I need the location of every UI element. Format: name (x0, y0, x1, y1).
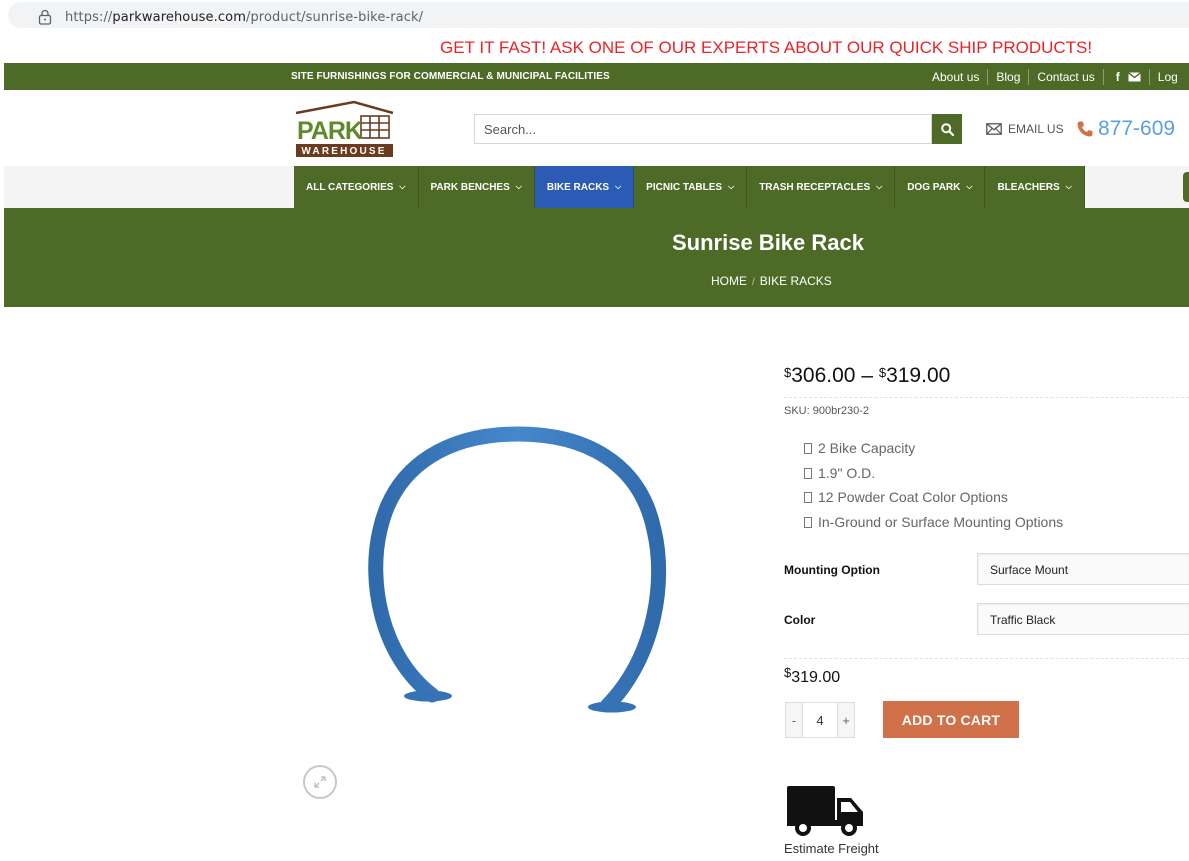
chevron-down-icon: ⌵ (615, 182, 622, 191)
search-input[interactable] (475, 115, 931, 143)
phone-icon (1077, 121, 1093, 137)
svg-text:PARK: PARK (297, 117, 363, 145)
nav-label: PARK BENCHES (430, 181, 510, 193)
nav-dog-park[interactable]: DOG PARK ⌵ (895, 166, 986, 208)
bullet-box-icon (804, 467, 812, 479)
breadcrumb: HOME / BIKE RACKS (711, 274, 832, 288)
top-links: About us Blog Contact us f Log (932, 69, 1178, 85)
nav-label: BLEACHERS (997, 181, 1060, 193)
contact-us-link[interactable]: Contact us (1037, 70, 1094, 84)
nav-picnic-tables[interactable]: PICNIC TABLES ⌵ (634, 166, 748, 208)
divider (1148, 69, 1150, 85)
nav-label: TRASH RECEPTACLES (759, 181, 871, 193)
promo-text: GET IT FAST! ASK ONE OF OUR EXPERTS ABOU… (440, 38, 1093, 57)
lock-icon (38, 9, 52, 25)
search-button[interactable] (932, 114, 962, 144)
nav-trash-receptacles[interactable]: TRASH RECEPTACLES ⌵ (747, 166, 896, 208)
browser-address-bar: https://parkwarehouse.com/product/sunris… (0, 0, 1189, 32)
selected-price: $319.00 (784, 665, 841, 686)
breadcrumb-divider: / (752, 277, 755, 288)
top-bar: SITE FURNISHINGS FOR COMMERCIAL & MUNICI… (4, 63, 1189, 90)
url-field[interactable]: https://parkwarehouse.com/product/sunris… (8, 2, 1189, 28)
price-range: $306.00 – $319.00 (784, 364, 951, 387)
divider (987, 69, 989, 85)
quantity-plus-button[interactable]: + (837, 702, 855, 738)
list-item: 12 Powder Coat Color Options (804, 485, 1063, 510)
mounting-option-select[interactable]: Surface Mount (977, 553, 1189, 585)
login-link[interactable]: Log (1158, 70, 1178, 84)
mail-icon[interactable] (1127, 72, 1141, 82)
divider (784, 397, 1189, 398)
nav-bike-racks[interactable]: BIKE RACKS ⌵ (534, 166, 635, 208)
nav-label: DOG PARK (907, 181, 961, 193)
chevron-down-icon: ⌵ (966, 182, 973, 191)
phone-link[interactable]: 877-609 (1076, 117, 1175, 141)
nav-label: ALL CATEGORIES (306, 181, 394, 193)
feature-list: 2 Bike Capacity 1.9" O.D. 12 Powder Coat… (804, 436, 1063, 534)
divider (784, 658, 1189, 659)
url-text: https://parkwarehouse.com/product/sunris… (65, 10, 424, 25)
search-icon (940, 122, 954, 136)
search-box (474, 114, 932, 144)
nav-bleachers[interactable]: BLEACHERS ⌵ (985, 166, 1085, 208)
chevron-down-icon: ⌵ (515, 182, 522, 191)
nav-label: PICNIC TABLES (646, 181, 723, 193)
add-to-cart-button[interactable]: ADD TO CART (883, 701, 1019, 738)
page-title-band: Sunrise Bike Rack HOME / BIKE RACKS (4, 208, 1189, 307)
facebook-icon[interactable]: f (1116, 70, 1120, 84)
list-item: 2 Bike Capacity (804, 436, 1063, 461)
product-image[interactable] (340, 400, 720, 730)
color-label: Color (784, 613, 816, 627)
breadcrumb-bike-racks[interactable]: BIKE RACKS (760, 274, 832, 288)
main-nav: ALL CATEGORIES ⌵ PARK BENCHES ⌵ BIKE RACKS… (4, 166, 1189, 208)
about-us-link[interactable]: About us (932, 70, 979, 84)
quantity-stepper: - 4 + (785, 702, 855, 738)
expand-icon (314, 776, 326, 788)
sku-text: SKU: 900br230-2 (784, 405, 869, 417)
svg-text:WAREHOUSE: WAREHOUSE (301, 146, 386, 157)
divider (1102, 69, 1104, 85)
zoom-button[interactable] (303, 765, 337, 799)
cart-tab[interactable] (1183, 172, 1189, 202)
nav-label: BIKE RACKS (546, 181, 610, 193)
nav-items: ALL CATEGORIES ⌵ PARK BENCHES ⌵ BIKE RACKS… (294, 166, 1085, 208)
mounting-option-label: Mounting Option (784, 563, 880, 577)
envelope-icon (986, 123, 1002, 135)
nav-all-categories[interactable]: ALL CATEGORIES ⌵ (294, 166, 419, 208)
estimate-freight-link[interactable]: Estimate Freight (784, 841, 879, 856)
nav-park-benches[interactable]: PARK BENCHES ⌵ (418, 166, 535, 208)
park-warehouse-logo[interactable]: PARK WAREHOUSE (294, 100, 394, 158)
blog-link[interactable]: Blog (996, 70, 1020, 84)
email-us-label: EMAIL US (1008, 122, 1064, 136)
quantity-input[interactable]: 4 (803, 702, 837, 738)
bullet-box-icon (804, 443, 812, 454)
color-select[interactable]: Traffic Black (977, 603, 1189, 635)
site-tagline: SITE FURNISHINGS FOR COMMERCIAL & MUNICI… (291, 71, 610, 82)
list-item: 1.9" O.D. (804, 461, 1063, 486)
bullet-box-icon (804, 516, 812, 528)
chevron-down-icon: ⌵ (1065, 182, 1072, 191)
chevron-down-icon: ⌵ (399, 182, 406, 191)
truck-icon[interactable] (785, 784, 865, 838)
email-us-link[interactable]: EMAIL US (986, 122, 1064, 136)
phone-number: 877-609 (1098, 117, 1176, 140)
chevron-down-icon: ⌵ (728, 182, 735, 191)
quantity-minus-button[interactable]: - (785, 702, 803, 738)
breadcrumb-home[interactable]: HOME (711, 274, 747, 288)
list-item: In-Ground or Surface Mounting Options (804, 510, 1063, 535)
bullet-box-icon (804, 492, 812, 503)
chevron-down-icon: ⌵ (876, 182, 883, 191)
divider (1028, 69, 1030, 85)
